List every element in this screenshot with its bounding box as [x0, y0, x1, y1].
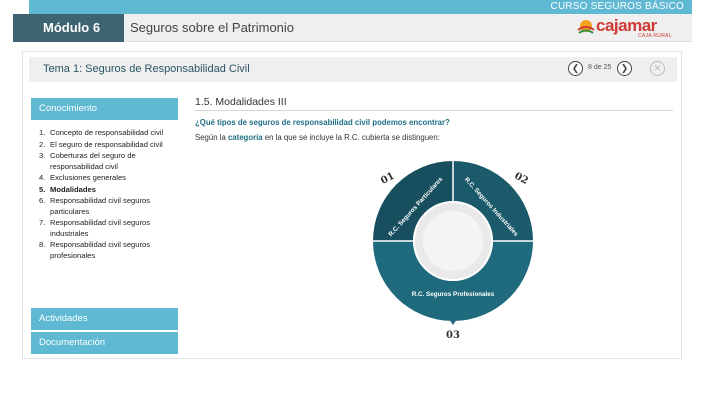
toc-item-number: 5. — [39, 184, 46, 194]
toc-item-number: 4. — [39, 173, 46, 182]
toc-item-label: Concepto de responsabilidad civil — [50, 128, 164, 137]
segment-2-number: 02 — [512, 171, 529, 187]
intro-text-start: Según la — [195, 133, 228, 142]
course-title: CURSO SEGUROS BÁSICO — [550, 1, 684, 12]
module-header: Módulo 6 Seguros sobre el Patrimonio caj… — [13, 14, 692, 42]
topic-title: Tema 1: Seguros de Responsabilidad Civil — [43, 63, 250, 75]
toc-item-5[interactable]: 5. Modalidades — [39, 185, 175, 196]
close-button[interactable]: ✕ — [650, 61, 665, 76]
chevron-left-icon: ❮ — [571, 63, 580, 73]
course-page: CURSO SEGUROS BÁSICO Módulo 6 Seguros so… — [0, 0, 701, 400]
toc-item-label: Exclusiones generales — [50, 173, 126, 182]
toc-item-1[interactable]: 1. Concepto de responsabilidad civil — [39, 128, 175, 139]
page-count: 8 de 25 — [588, 64, 612, 71]
toc-item-2[interactable]: 2. El seguro de responsabilidad civil — [39, 140, 175, 151]
content-frame: Tema 1: Seguros de Responsabilidad Civil… — [22, 51, 682, 359]
course-bar: CURSO SEGUROS BÁSICO — [29, 0, 692, 14]
segment-3-label: R.C. Seguros Profesionales — [412, 291, 495, 298]
toc-item-label: Coberturas del seguro de responsabilidad… — [50, 151, 136, 171]
sun-icon — [577, 20, 595, 34]
toc-item-label: Responsabilidad civil seguros particular… — [50, 196, 151, 216]
module-tab: Módulo 6 — [13, 14, 124, 42]
segment-1-number: 01 — [379, 171, 396, 187]
toc-item-8[interactable]: 8. Responsabilidad civil seguros profesio… — [39, 240, 175, 261]
cajamar-logo: cajamar CAJA RURAL — [576, 16, 676, 40]
toc-item-number: 6. — [39, 196, 46, 205]
toc-item-label: Responsabilidad civil seguros profesiona… — [50, 240, 151, 260]
topic-bar: Tema 1: Seguros de Responsabilidad Civil… — [29, 57, 677, 82]
section-title: 1.5. Modalidades III — [195, 96, 287, 108]
diagram-center-glow — [423, 211, 483, 271]
toc-item-label: El seguro de responsabilidad civil — [50, 139, 163, 149]
close-icon: ✕ — [653, 63, 662, 73]
toc-item-number: 1. — [39, 128, 46, 137]
toc-item-label: Modalidades — [50, 184, 96, 194]
toc-item-number: 3. — [39, 151, 46, 160]
section-intro: Según la categoría en la que se incluye … — [195, 133, 440, 142]
prev-page-button[interactable]: ❮ — [568, 61, 583, 76]
modalities-diagram: R.C. Seguros Particulares R.C. Seguros I… — [373, 161, 533, 341]
next-page-button[interactable]: ❯ — [617, 61, 632, 76]
sidebar-tab-documentation[interactable]: Documentación — [31, 332, 178, 354]
intro-text-end: en la que se incluye la R.C. cubierta se… — [262, 133, 440, 142]
toc-item-6[interactable]: 6. Responsabilidad civil seguros particul… — [39, 196, 175, 217]
section-divider — [195, 110, 673, 111]
toc-item-label: Responsabilidad civil seguros industrial… — [50, 218, 151, 238]
toc-item-4[interactable]: 4. Exclusiones generales — [39, 173, 175, 184]
brand-sub: CAJA RURAL — [638, 33, 672, 39]
segment-3-number: 03 — [446, 330, 460, 341]
chevron-right-icon: ❯ — [620, 63, 629, 73]
table-of-contents: 1. Concepto de responsabilidad civil 2. El… — [39, 128, 175, 262]
toc-item-number: 8. — [39, 240, 46, 249]
sidebar-tab-activities[interactable]: Actividades — [31, 308, 178, 330]
module-subject: Seguros sobre el Patrimonio — [130, 20, 295, 35]
toc-item-number: 7. — [39, 218, 46, 227]
toc-item-number: 2. — [39, 139, 46, 149]
sidebar-tab-knowledge[interactable]: Conocimiento — [31, 98, 178, 120]
section-question: ¿Qué tipos de seguros de responsabilidad… — [195, 118, 450, 127]
toc-item-7[interactable]: 7. Responsabilidad civil seguros industri… — [39, 218, 175, 239]
intro-keyword: categoría — [227, 133, 263, 142]
toc-item-3[interactable]: 3. Coberturas del seguro de responsabilid… — [39, 151, 175, 172]
